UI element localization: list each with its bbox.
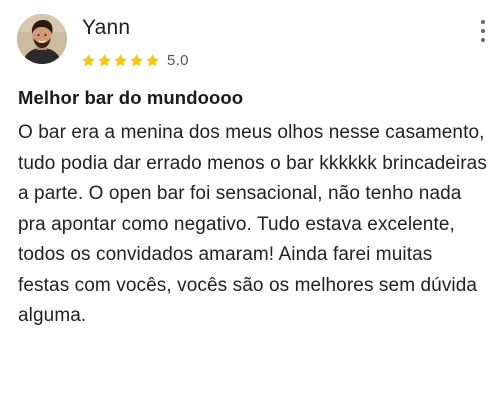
star-icon (98, 53, 111, 66)
rating: 5.0 (81, 50, 189, 70)
review-title: Melhor bar do mundoooo (18, 87, 244, 108)
star-icon (82, 53, 95, 66)
star-icon (114, 53, 127, 66)
star-rating (81, 53, 160, 68)
avatar[interactable] (17, 14, 67, 64)
author-name[interactable]: Yann (82, 16, 130, 40)
review-body: O bar era a menina dos meus olhos nesse … (18, 122, 487, 326)
dot (481, 20, 485, 24)
rating-value: 5.0 (167, 51, 189, 69)
review-card: Yann 5.0 Melhor bar do mundoooo O bar er… (0, 0, 500, 418)
dot (481, 38, 485, 42)
star-icon (146, 53, 159, 66)
more-vertical-icon[interactable] (479, 20, 487, 42)
star-icon (130, 53, 143, 66)
dot (481, 29, 485, 33)
avatar-photo (17, 14, 67, 64)
